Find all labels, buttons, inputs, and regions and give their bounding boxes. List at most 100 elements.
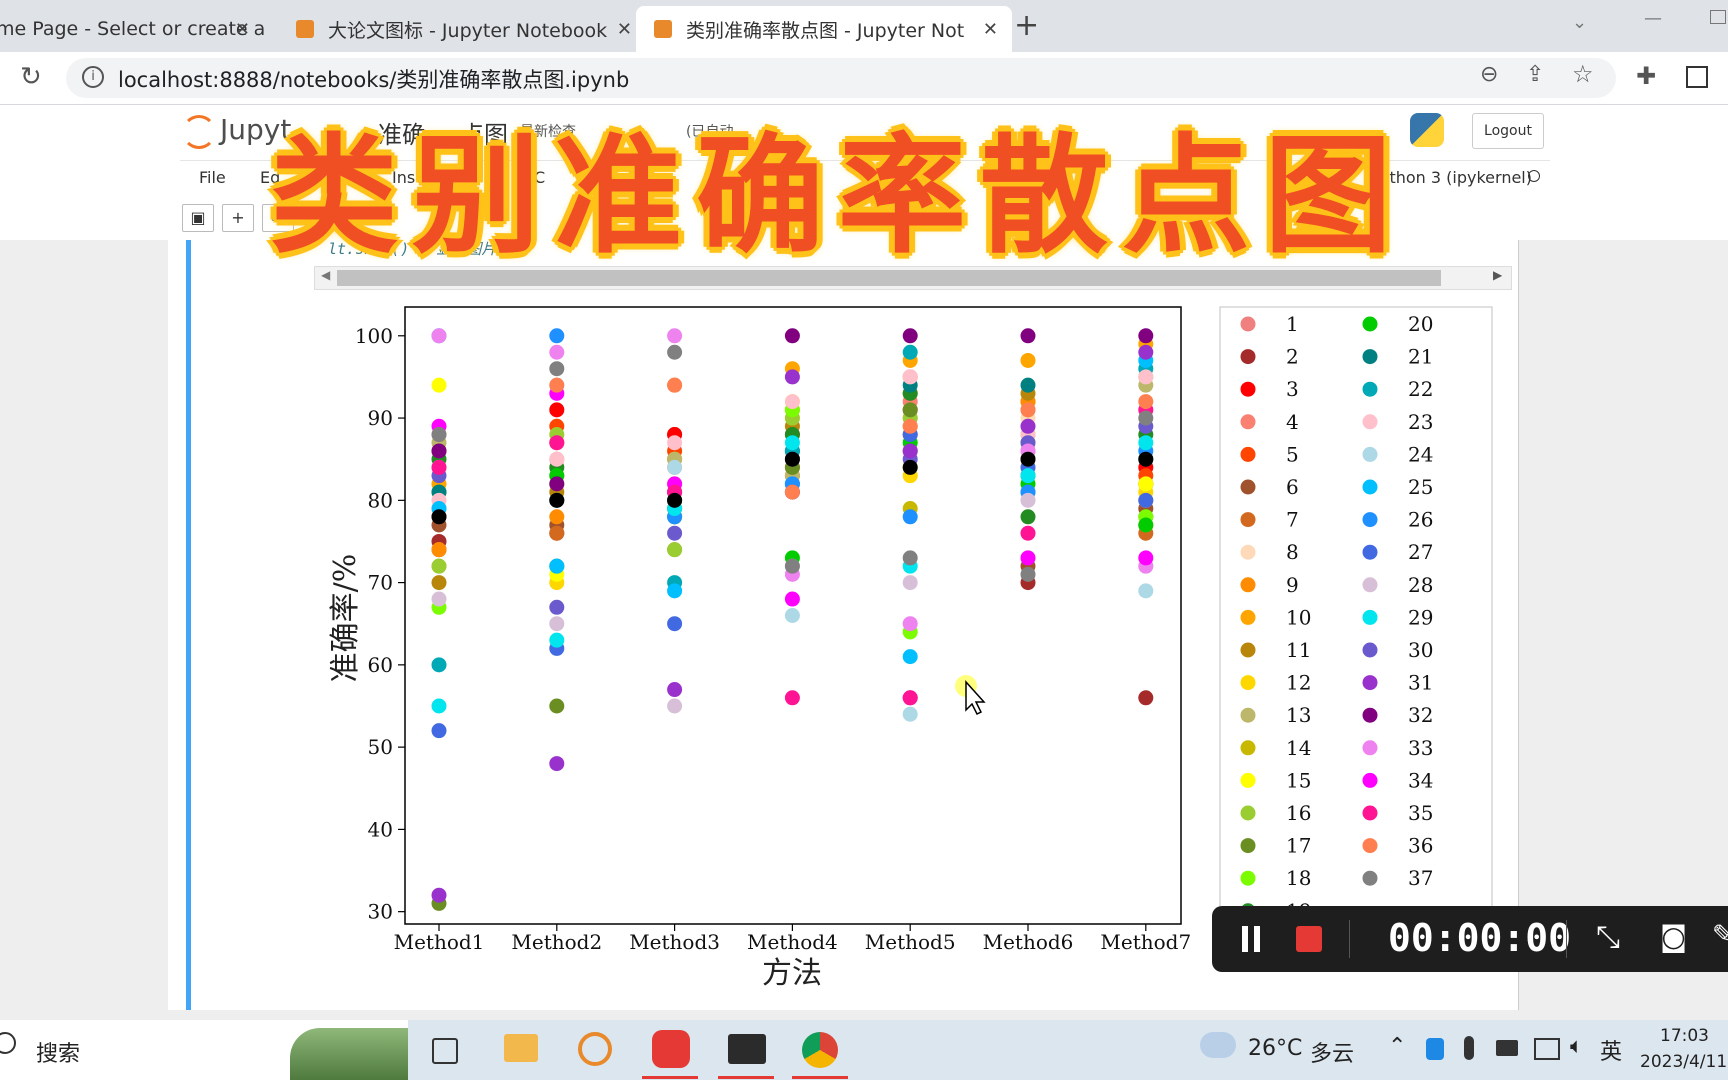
- scatter-point: [1138, 492, 1154, 508]
- scatter-point: [667, 616, 683, 632]
- legend-label: 5: [1286, 442, 1299, 466]
- camera-icon[interactable]: ◙: [1660, 920, 1687, 953]
- scatter-point: [1020, 550, 1036, 566]
- scatter-point: [784, 451, 800, 467]
- legend-label: 23: [1408, 410, 1433, 434]
- scatter-point: [902, 616, 918, 632]
- legend-marker: [1362, 772, 1378, 788]
- pause-icon-bar: [1254, 926, 1260, 952]
- stop-icon[interactable]: [1296, 926, 1322, 952]
- legend-label: 16: [1286, 801, 1311, 825]
- legend-label: 13: [1286, 703, 1311, 727]
- pen-icon[interactable]: ✎: [1712, 920, 1728, 950]
- scatter-point: [549, 361, 565, 377]
- scatter-point: [549, 492, 565, 508]
- scatter-point: [784, 484, 800, 500]
- legend-marker: [1362, 609, 1378, 625]
- scatter-point: [1138, 410, 1154, 426]
- legend-marker: [1240, 316, 1256, 332]
- scatter-point: [1138, 344, 1154, 360]
- volume-icon[interactable]: 🔈︎: [1570, 1034, 1583, 1059]
- scatter-point: [1138, 435, 1154, 451]
- task-view-icon[interactable]: [432, 1038, 458, 1064]
- legend-label: 36: [1408, 834, 1433, 858]
- pause-icon[interactable]: [1242, 926, 1248, 952]
- scatter-point: [784, 328, 800, 344]
- terminal-icon[interactable]: [728, 1034, 766, 1064]
- x-tick-label: Method7: [1100, 930, 1191, 954]
- scatter-point: [667, 492, 683, 508]
- battery-icon[interactable]: [1496, 1040, 1518, 1056]
- weather-temperature[interactable]: 26°C: [1248, 1036, 1302, 1061]
- magnifier-app-icon[interactable]: [578, 1032, 612, 1066]
- weather-text[interactable]: 多云: [1310, 1036, 1354, 1068]
- netease-music-icon[interactable]: [652, 1030, 690, 1068]
- scatter-point: [784, 369, 800, 385]
- scatter-point: [1020, 451, 1036, 467]
- chrome-icon[interactable]: [802, 1032, 838, 1068]
- scatter-point: [549, 328, 565, 344]
- scatter-point: [667, 682, 683, 698]
- collapse-icon[interactable]: ⤡: [1596, 920, 1620, 955]
- x-tick-label: Method2: [511, 930, 602, 954]
- scatter-point: [1138, 550, 1154, 566]
- y-tick-label: 100: [355, 324, 393, 348]
- legend-marker: [1362, 544, 1378, 560]
- x-axis: Method1 Method2 Method3 Method4 Method5 Metho…: [394, 924, 1191, 954]
- scatter-point: [667, 377, 683, 393]
- tray-expand-icon[interactable]: ⌃: [1388, 1034, 1406, 1059]
- scatter-point: [431, 509, 447, 525]
- network-icon[interactable]: [1534, 1038, 1560, 1060]
- legend-label: 1: [1286, 312, 1299, 336]
- legend-marker: [1240, 740, 1256, 756]
- legend-marker: [1240, 870, 1256, 886]
- search-placeholder: 搜索: [36, 1042, 81, 1067]
- taskbar-search-box[interactable]: 搜索: [0, 1020, 408, 1080]
- file-explorer-icon[interactable]: [504, 1034, 538, 1062]
- legend-label: 6: [1286, 475, 1299, 499]
- overlay-title: 类别准确率散点图: [270, 122, 1407, 271]
- scatter-point: [667, 344, 683, 360]
- y-tick-label: 40: [368, 817, 393, 841]
- scatter-point: [1020, 402, 1036, 418]
- legend-marker: [1362, 870, 1378, 886]
- y-tick-label: 50: [368, 735, 393, 759]
- scatter-point: [431, 657, 447, 673]
- legend-label: 10: [1286, 605, 1311, 629]
- clock-time[interactable]: 17:03: [1660, 1026, 1709, 1046]
- scatter-point: [549, 451, 565, 467]
- scatter-point: [784, 608, 800, 623]
- scatter-point: [549, 476, 565, 492]
- legend-marker: [1240, 707, 1256, 723]
- scatter-point: [549, 632, 565, 648]
- legend-label: 22: [1408, 377, 1433, 401]
- y-tick-label: 70: [368, 571, 393, 595]
- x-tick-label: Method5: [865, 930, 956, 954]
- scatter-point: [902, 575, 918, 591]
- legend-label: 28: [1408, 573, 1433, 597]
- ime-indicator[interactable]: 英: [1600, 1034, 1622, 1066]
- tray-app-icon[interactable]: [1426, 1038, 1444, 1060]
- legend-marker: [1240, 414, 1256, 430]
- scatter-point: [784, 558, 800, 574]
- legend-marker: [1240, 609, 1256, 625]
- legend-marker: [1362, 642, 1378, 658]
- legend-marker: [1362, 479, 1378, 495]
- legend-label: 4: [1286, 410, 1299, 434]
- scatter-point: [902, 443, 918, 459]
- scatter-point: [902, 344, 918, 360]
- legend-marker: [1362, 707, 1378, 723]
- scatter-point: [1138, 328, 1154, 344]
- scatter-point: [1020, 492, 1036, 508]
- divider: [1349, 920, 1350, 958]
- scatter-point: [549, 558, 565, 574]
- legend-marker: [1240, 675, 1256, 691]
- scatter-point: [902, 369, 918, 385]
- scatter-point: [1020, 328, 1036, 344]
- legend-label: 21: [1408, 345, 1433, 369]
- clock-date[interactable]: 2023/4/11: [1640, 1052, 1727, 1072]
- microphone-icon[interactable]: [1464, 1036, 1474, 1060]
- active-app-indicator: [642, 1076, 698, 1079]
- legend-label: 24: [1408, 442, 1433, 466]
- screen-recorder-bar: 00:00:00 ⤡ ◙ ✎: [1212, 906, 1728, 972]
